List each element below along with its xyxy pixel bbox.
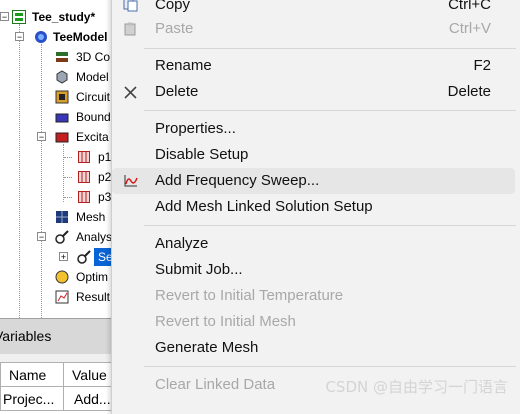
menu-item-submit-job[interactable]: Submit Job... bbox=[112, 257, 515, 283]
menu-separator bbox=[144, 225, 516, 226]
tree-connector bbox=[19, 24, 20, 318]
menu-item-generate-mesh[interactable]: Generate Mesh bbox=[112, 335, 515, 361]
tree-connector bbox=[63, 144, 64, 202]
menu-label: Rename bbox=[155, 57, 212, 74]
tree-connector bbox=[41, 44, 42, 318]
boundary-icon bbox=[55, 113, 69, 123]
paste-icon bbox=[124, 22, 136, 36]
menu-item-delete[interactable]: Delete Delete bbox=[112, 79, 515, 105]
analysis-icon bbox=[55, 230, 69, 244]
menu-label: Generate Mesh bbox=[155, 339, 259, 356]
menu-separator bbox=[144, 366, 516, 367]
menu-item-analyze[interactable]: Analyze bbox=[112, 231, 515, 257]
optimetrics-icon bbox=[55, 270, 69, 284]
port-icon bbox=[78, 191, 90, 203]
menu-label: Revert to Initial Mesh bbox=[155, 313, 296, 330]
column-header-name[interactable]: Name bbox=[0, 362, 64, 387]
components-icon bbox=[56, 52, 68, 62]
menu-item-disable-setup[interactable]: Disable Setup bbox=[112, 142, 515, 168]
port-icon bbox=[78, 171, 90, 183]
project-icon bbox=[12, 10, 26, 24]
menu-label: Delete bbox=[155, 83, 199, 100]
watermark: CSDN @自由学习一门语言 bbox=[325, 378, 508, 396]
project-name: Tee_study* bbox=[32, 10, 96, 24]
menu-label: Paste bbox=[155, 20, 194, 37]
menu-label: Add Mesh Linked Solution Setup bbox=[155, 198, 373, 215]
tree-label: p2 bbox=[98, 170, 112, 184]
menu-item-paste[interactable]: Paste Ctrl+V bbox=[112, 16, 515, 42]
menu-item-properties[interactable]: Properties... bbox=[112, 116, 515, 142]
tree-label: Excita bbox=[76, 130, 109, 144]
tree-label: Model bbox=[76, 70, 109, 84]
tree-label: Mesh bbox=[76, 210, 106, 224]
copy-icon bbox=[123, 0, 138, 12]
table-cell-name[interactable]: Projec... bbox=[0, 386, 64, 411]
menu-item-revert-initial-mesh[interactable]: Revert to Initial Mesh bbox=[112, 309, 515, 335]
design-name: TeeModel bbox=[53, 30, 108, 44]
tree-label: p3 bbox=[98, 190, 112, 204]
tree-label: Bound bbox=[76, 110, 111, 124]
circuit-icon bbox=[55, 90, 69, 104]
tree-label: Optim bbox=[76, 270, 109, 284]
menu-label: Submit Job... bbox=[155, 261, 243, 278]
model-icon bbox=[56, 70, 68, 84]
menu-label: Disable Setup bbox=[155, 146, 249, 163]
menu-separator bbox=[144, 48, 516, 49]
tree-label: Circuit bbox=[76, 90, 111, 104]
tree-label: p1 bbox=[98, 150, 112, 164]
hfss-design-icon bbox=[35, 31, 47, 43]
setup-icon bbox=[77, 250, 91, 264]
menu-shortcut: F2 bbox=[473, 57, 491, 74]
menu-item-add-frequency-sweep[interactable]: Add Frequency Sweep... bbox=[112, 168, 515, 194]
tree-label: Analys bbox=[76, 230, 113, 244]
menu-label: Revert to Initial Temperature bbox=[155, 287, 344, 304]
port-icon bbox=[78, 151, 90, 163]
mesh-icon bbox=[56, 211, 68, 223]
menu-item-revert-initial-temperature[interactable]: Revert to Initial Temperature bbox=[112, 283, 515, 309]
menu-shortcut: Ctrl+V bbox=[448, 20, 491, 37]
menu-label: Properties... bbox=[155, 120, 236, 137]
excitation-icon bbox=[55, 132, 69, 143]
variables-title-text: Variables bbox=[0, 328, 52, 344]
menu-item-rename[interactable]: Rename F2 bbox=[112, 53, 515, 79]
menu-item-add-mesh-linked-setup[interactable]: Add Mesh Linked Solution Setup bbox=[112, 194, 515, 220]
context-menu: Copy Ctrl+C Paste Ctrl+V Rename F2 Delet… bbox=[111, 0, 520, 414]
tree-label: Result bbox=[76, 290, 111, 304]
frequency-sweep-icon bbox=[124, 175, 138, 187]
menu-label: Clear Linked Data bbox=[155, 376, 276, 393]
menu-shortcut: Delete bbox=[447, 83, 491, 100]
results-icon bbox=[55, 290, 69, 304]
menu-label: Add Frequency Sweep... bbox=[155, 172, 320, 189]
menu-label: Analyze bbox=[155, 235, 209, 252]
close-icon bbox=[124, 86, 137, 99]
menu-separator bbox=[144, 110, 516, 111]
tree-label: 3D Co bbox=[76, 50, 111, 64]
